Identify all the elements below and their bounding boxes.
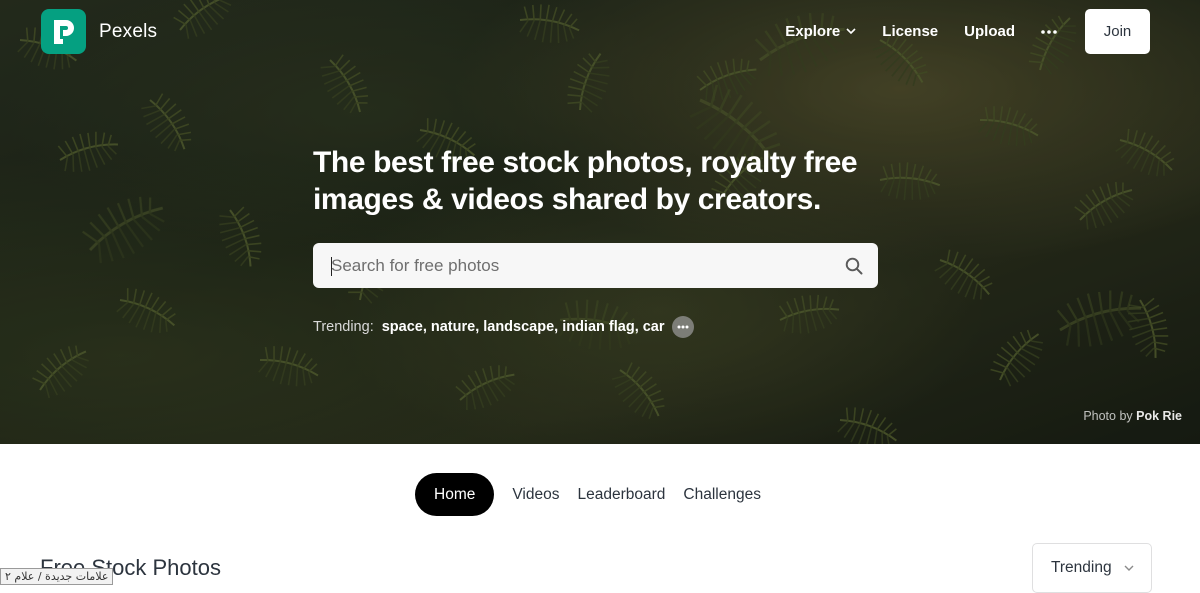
photo-credit-author[interactable]: Pok Rie <box>1136 409 1182 423</box>
nav-license[interactable]: License <box>882 23 938 40</box>
search-button[interactable] <box>830 243 878 288</box>
chevron-down-icon <box>1124 565 1134 572</box>
search-input[interactable] <box>313 243 830 288</box>
hero-overlay <box>0 0 1200 444</box>
join-button[interactable]: Join <box>1085 9 1150 54</box>
separator-comma: , <box>634 319 639 335</box>
trending-link[interactable]: indian flag <box>562 319 635 335</box>
trending-link[interactable]: car <box>643 319 665 335</box>
hero-banner: Pexels Explore License Upload Join The b… <box>0 0 1200 444</box>
trending-link[interactable]: landscape <box>483 319 554 335</box>
trending-searches: Trending: space, nature, landscape, indi… <box>313 316 694 338</box>
search-bar <box>313 243 878 288</box>
chevron-down-icon <box>846 28 856 35</box>
tab-challenges[interactable]: Challenges <box>674 473 770 516</box>
tab-leaderboard[interactable]: Leaderboard <box>568 473 674 516</box>
trending-link[interactable]: nature <box>431 319 475 335</box>
hero-headline: The best free stock photos, royalty free… <box>313 146 858 216</box>
content-tabs: Home Videos Leaderboard Challenges <box>415 473 770 516</box>
search-icon <box>845 257 863 274</box>
top-nav: Explore License Upload Join <box>785 9 1200 54</box>
photo-credit-prefix: Photo by <box>1083 409 1133 423</box>
status-tooltip: علامات جديدة / علام ٢ <box>0 568 114 585</box>
tab-videos[interactable]: Videos <box>503 473 568 516</box>
nav-upload[interactable]: Upload <box>964 23 1015 40</box>
trending-label: Trending: <box>313 319 374 335</box>
tab-home[interactable]: Home <box>415 473 495 516</box>
trending-link[interactable]: space <box>382 319 423 335</box>
separator-comma: , <box>422 319 427 335</box>
pexels-logo[interactable] <box>41 9 86 54</box>
more-horizontal-icon[interactable] <box>1041 29 1057 34</box>
nav-explore[interactable]: Explore <box>785 23 856 40</box>
nav-explore-label: Explore <box>785 23 841 40</box>
brand-name[interactable]: Pexels <box>99 21 157 43</box>
trending-more-button[interactable] <box>671 316 694 338</box>
separator-comma: , <box>554 319 559 335</box>
photo-credit: Photo by Pok Rie <box>1083 409 1182 423</box>
more-horizontal-icon <box>677 325 688 329</box>
sort-value: Trending <box>1051 559 1112 576</box>
separator-comma: , <box>475 319 480 335</box>
pexels-logo-icon <box>53 19 74 44</box>
text-cursor <box>331 257 332 276</box>
